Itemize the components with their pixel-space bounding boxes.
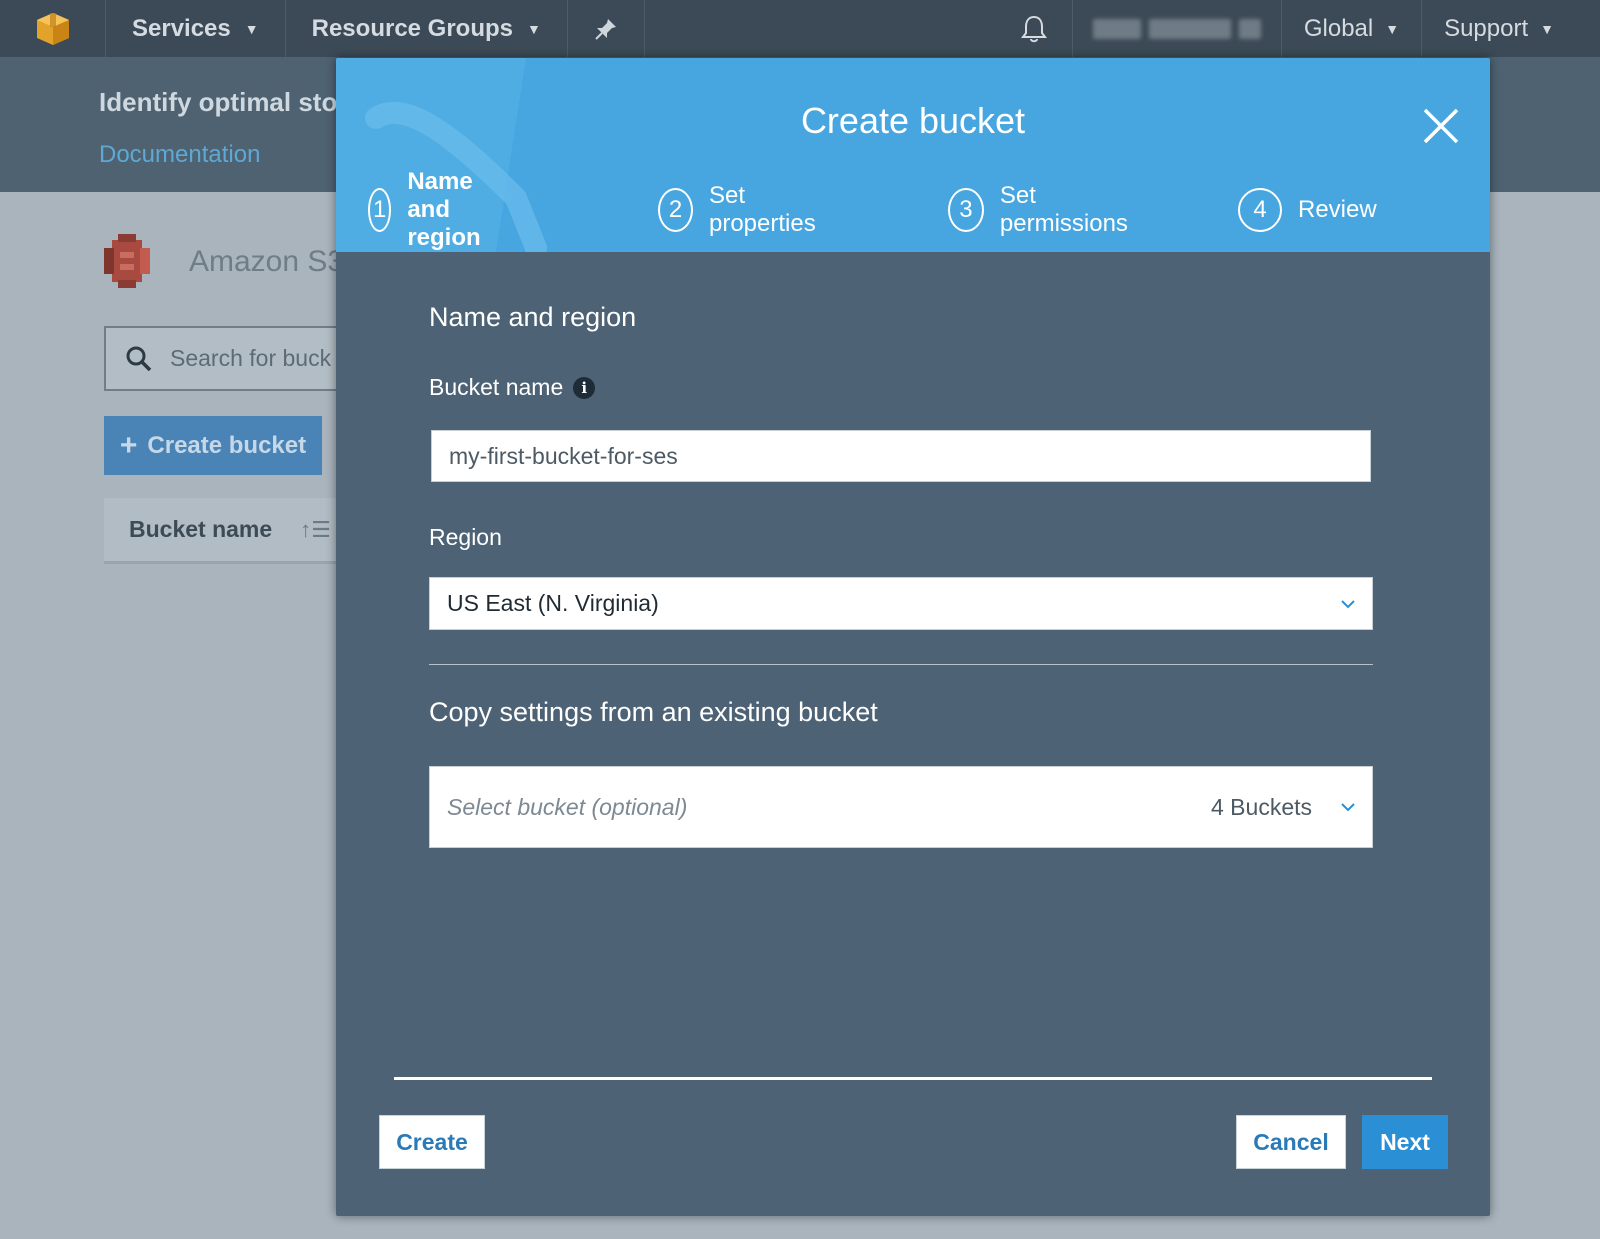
services-label: Services — [132, 14, 231, 42]
modal-header: Create bucket 1 Name and region 2 Set pr… — [336, 58, 1490, 252]
bucket-count: 4 Buckets — [1211, 793, 1312, 820]
step-number: 2 — [658, 188, 693, 232]
step-set-properties[interactable]: 2 Set properties — [658, 182, 825, 237]
step-number: 1 — [368, 188, 392, 232]
table-header-bucket-name[interactable]: Bucket name ↑☰ — [104, 498, 344, 564]
chevron-down-icon — [1341, 599, 1355, 608]
bucket-name-input[interactable]: my-first-bucket-for-ses — [431, 430, 1371, 482]
caret-down-icon: ▼ — [1385, 20, 1400, 37]
region-label: Global — [1303, 14, 1374, 42]
account-menu[interactable] — [1073, 0, 1282, 57]
top-navigation: Services ▼ Resource Groups ▼ Global ▼ Su… — [0, 0, 1600, 57]
step-label: Review — [1298, 196, 1377, 223]
region-select[interactable]: US East (N. Virginia) — [429, 577, 1373, 630]
close-icon — [1423, 108, 1459, 144]
close-button[interactable] — [1419, 104, 1463, 148]
search-icon — [126, 346, 152, 371]
step-set-permissions[interactable]: 3 Set permissions — [948, 182, 1136, 237]
column-label: Bucket name — [129, 516, 273, 542]
chevron-down-icon — [1341, 803, 1355, 812]
app-title: Amazon S3 — [189, 245, 345, 278]
pin-button[interactable] — [568, 0, 645, 57]
documentation-link[interactable]: Documentation — [99, 141, 260, 169]
bucket-name-label: Bucket name i — [429, 374, 596, 401]
step-label: Set permissions — [999, 182, 1128, 237]
caret-down-icon: ▼ — [527, 20, 541, 37]
info-icon[interactable]: i — [573, 376, 596, 399]
services-menu[interactable]: Services ▼ — [106, 0, 286, 57]
step-name-and-region[interactable]: 1 Name and region — [368, 168, 501, 251]
resource-groups-label: Resource Groups — [311, 14, 514, 42]
bucket-name-label-text: Bucket name — [429, 374, 564, 400]
account-name-redacted — [1092, 18, 1141, 39]
modal-title: Create bucket — [800, 100, 1026, 141]
page-header-title: Identify optimal sto — [99, 87, 338, 117]
create-bucket-label: Create bucket — [147, 431, 307, 459]
caret-down-icon: ▼ — [1540, 20, 1554, 37]
copy-settings-title: Copy settings from an existing bucket — [429, 697, 878, 727]
select-bucket-placeholder: Select bucket (optional) — [447, 793, 688, 820]
divider — [429, 664, 1373, 665]
create-bucket-button[interactable]: + Create bucket — [104, 416, 322, 475]
step-number: 4 — [1238, 188, 1282, 232]
region-value: US East (N. Virginia) — [447, 590, 659, 616]
caret-down-icon: ▼ — [244, 20, 259, 37]
step-number: 3 — [948, 188, 984, 232]
sort-icon[interactable]: ↑☰ — [300, 517, 331, 543]
step-label: Name and region — [407, 168, 481, 251]
search-placeholder: Search for buck — [170, 345, 332, 371]
region-label: Region — [429, 524, 502, 551]
support-menu[interactable]: Support ▼ — [1422, 0, 1600, 57]
aws-logo[interactable] — [0, 0, 106, 57]
section-title: Name and region — [429, 302, 637, 332]
create-button[interactable]: Create — [379, 1115, 485, 1169]
notifications-button[interactable] — [996, 0, 1073, 57]
copy-bucket-select[interactable]: Select bucket (optional) 4 Buckets — [429, 766, 1373, 848]
s3-logo — [104, 234, 150, 293]
account-name-redacted — [1238, 18, 1261, 39]
cancel-button[interactable]: Cancel — [1236, 1115, 1346, 1169]
next-button[interactable]: Next — [1362, 1115, 1448, 1169]
resource-groups-menu[interactable]: Resource Groups ▼ — [286, 0, 568, 57]
create-bucket-modal: Create bucket 1 Name and region 2 Set pr… — [336, 58, 1490, 1216]
region-menu[interactable]: Global ▼ — [1282, 0, 1423, 57]
bell-icon — [1020, 15, 1047, 42]
step-review[interactable]: 4 Review — [1238, 188, 1377, 232]
footer-divider — [394, 1077, 1432, 1080]
pin-icon — [595, 18, 616, 40]
support-label: Support — [1444, 14, 1529, 42]
plus-icon: + — [119, 428, 138, 462]
step-label: Set properties — [708, 182, 816, 237]
region-label-text: Region — [429, 524, 502, 550]
s3-bucket-icon — [104, 234, 150, 288]
account-name-redacted — [1148, 18, 1231, 39]
cube-icon — [36, 12, 69, 45]
